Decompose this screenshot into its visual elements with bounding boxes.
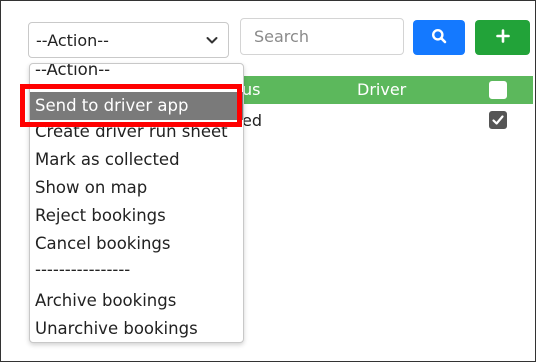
option-mark-as-collected[interactable]: Mark as collected: [30, 146, 243, 174]
action-select-value: --Action--: [36, 30, 109, 50]
action-dropdown-list: --Action-- Send to driver app Create dri…: [29, 63, 244, 343]
option-create-driver-run-sheet[interactable]: Create driver run sheet: [30, 118, 243, 146]
option-send-to-driver-app[interactable]: Send to driver app: [30, 92, 243, 120]
option-show-on-map[interactable]: Show on map: [30, 174, 243, 202]
row-checkbox[interactable]: [489, 111, 507, 129]
checkmark-icon: [492, 115, 504, 125]
select-all-checkbox[interactable]: [489, 81, 507, 99]
option-reject-bookings[interactable]: Reject bookings: [30, 202, 243, 230]
screen-frame: --Action-- us Driver ed: [0, 0, 536, 362]
plus-icon: [495, 28, 510, 47]
row-status-cell: ed: [242, 111, 262, 130]
option-separator: ----------------: [35, 260, 131, 279]
column-header-driver[interactable]: Driver: [357, 80, 406, 99]
action-select[interactable]: --Action--: [28, 22, 229, 58]
column-header-status[interactable]: us: [242, 80, 260, 99]
search-button[interactable]: [413, 20, 465, 55]
option-archive-bookings[interactable]: Archive bookings: [30, 287, 243, 315]
search-icon: [431, 28, 447, 48]
chevron-down-icon: [204, 32, 220, 48]
option-cancel-bookings[interactable]: Cancel bookings: [30, 230, 243, 258]
search-input[interactable]: [240, 18, 404, 55]
add-button[interactable]: [475, 20, 530, 55]
option-unarchive-bookings[interactable]: Unarchive bookings: [30, 315, 243, 342]
option-action-placeholder[interactable]: --Action--: [30, 64, 243, 80]
